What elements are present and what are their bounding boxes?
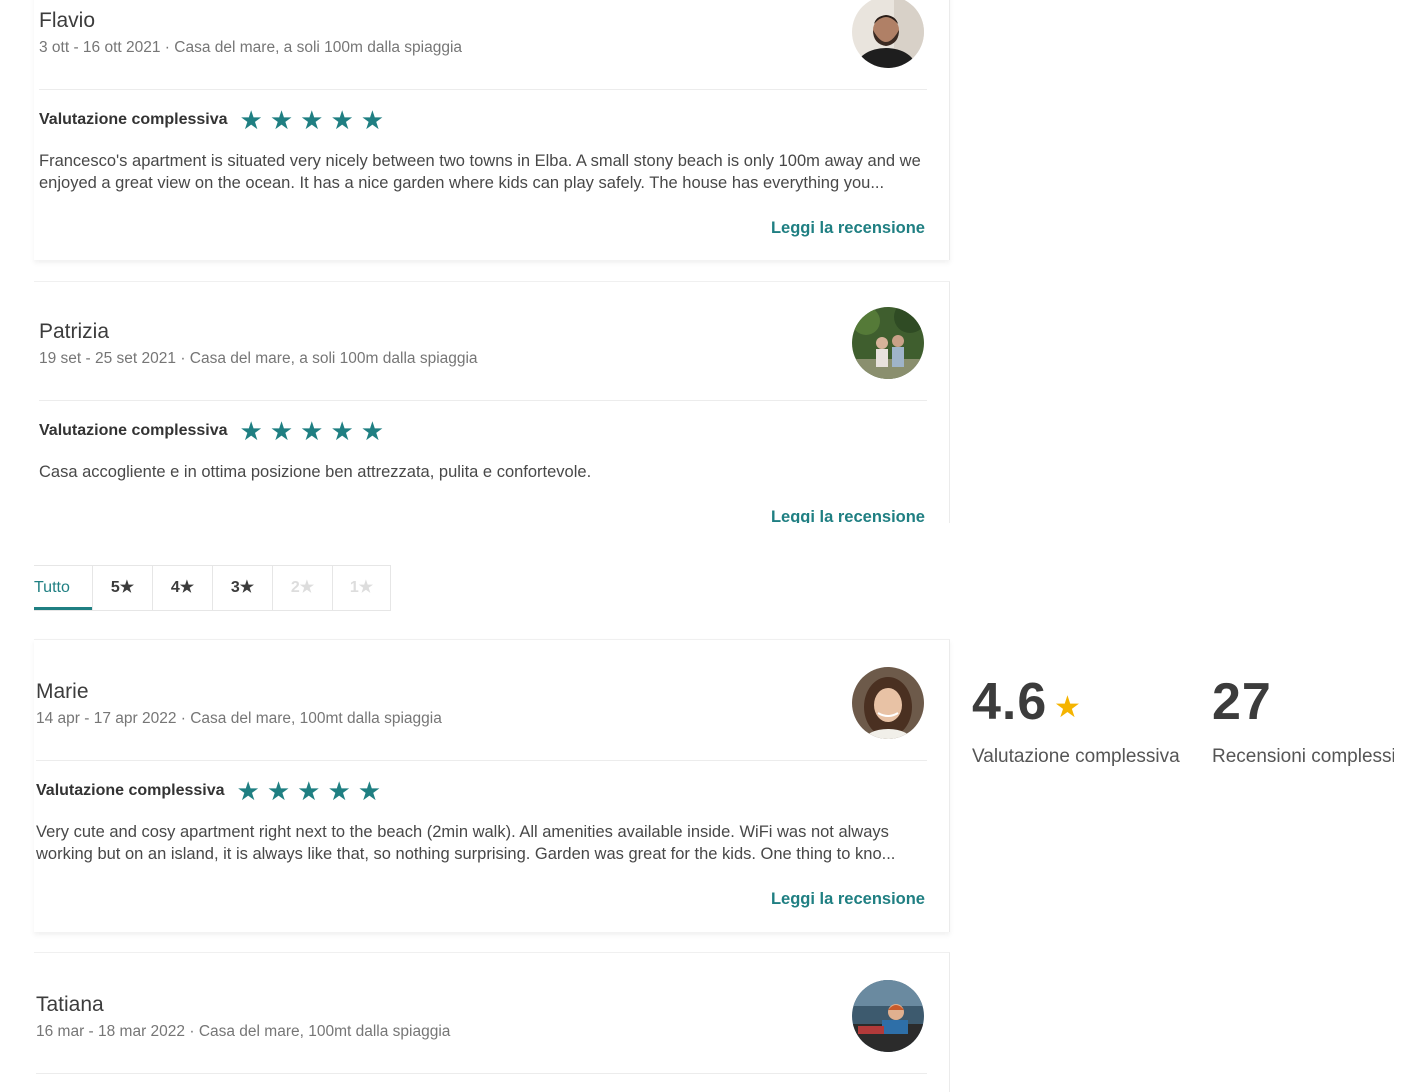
star-icon: ★ (266, 776, 291, 806)
read-review-link[interactable]: Leggi la recensione (771, 219, 925, 238)
rating-label: Valutazione complessiva (39, 111, 228, 128)
review-card: Marie 14 apr - 17 apr 2022 · Casa del ma… (34, 639, 950, 932)
review-meta: 19 set - 25 set 2021 · Casa del mare, a … (39, 350, 478, 367)
avatar[interactable] (852, 667, 924, 739)
divider (36, 1073, 927, 1074)
tab-1-star: 1★ (332, 566, 390, 610)
reviewer-name: Marie (36, 680, 89, 703)
review-text: Casa accogliente e in ottima posizione b… (39, 463, 592, 481)
avatar[interactable] (852, 980, 924, 1052)
reviewer-name: Flavio (39, 9, 96, 32)
reviews-count-label: Recensioni complessive (1212, 746, 1394, 767)
review-text: Very cute and cosy apartment right next … (36, 823, 896, 863)
review-card: Tatiana 16 mar - 18 mar 2022 · Casa del … (34, 952, 950, 1092)
star-icon: ★ (360, 105, 385, 135)
review-meta: 14 apr - 17 apr 2022 · Casa del mare, 10… (36, 710, 442, 727)
star-icon: ★ (236, 776, 260, 806)
rating-filter-tabs: Tutto 5★ 4★ 3★ 2★ 1★ (34, 565, 391, 611)
tab-4-stars[interactable]: 4★ (152, 566, 212, 610)
star-icon: ★ (360, 416, 385, 446)
star-icon: ★ (297, 776, 321, 806)
divider (39, 89, 927, 90)
reviewer-name: Tatiana (36, 993, 104, 1016)
tab-3-stars[interactable]: 3★ (212, 566, 272, 610)
overall-rating-value: 4.6 (972, 673, 1048, 731)
star-icon: ★ (330, 105, 354, 135)
tab-all[interactable]: Tutto (34, 566, 92, 610)
star-icon: ★ (327, 776, 351, 806)
avatar[interactable] (852, 307, 924, 379)
star-icon: ★ (239, 416, 263, 446)
review-meta: 16 mar - 18 mar 2022 · Casa del mare, 10… (36, 1023, 451, 1040)
star-icon: ★ (300, 416, 324, 446)
review-card: Patrizia 19 set - 25 set 2021 · Casa del… (34, 281, 950, 523)
star-icon: ★ (1054, 691, 1081, 724)
divider (39, 400, 927, 401)
read-review-link[interactable]: Leggi la recensione (771, 890, 925, 909)
review-card: Flavio 3 ott - 16 ott 2021 · Casa del ma… (34, 0, 950, 260)
rating-label: Valutazione complessiva (36, 782, 225, 799)
reviews-count: 27 (1212, 673, 1272, 731)
rating-row: Valutazione complessiva ★ ★ ★ ★ ★ (39, 105, 391, 135)
star-icon: ★ (269, 105, 294, 135)
rating-row: Valutazione complessiva ★ ★ ★ ★ ★ (39, 416, 391, 446)
tab-5-stars[interactable]: 5★ (92, 566, 152, 610)
star-icon: ★ (239, 105, 263, 135)
star-icon: ★ (300, 105, 324, 135)
review-text: Francesco's apartment is situated very n… (39, 152, 921, 192)
overall-rating-label: Valutazione complessiva (972, 746, 1180, 767)
review-meta: 3 ott - 16 ott 2021 · Casa del mare, a s… (39, 39, 463, 56)
reviewer-name: Patrizia (39, 320, 110, 343)
rating-label: Valutazione complessiva (39, 422, 228, 439)
tab-2-stars: 2★ (272, 566, 332, 610)
divider (36, 760, 927, 761)
rating-row: Valutazione complessiva ★ ★ ★ ★ ★ (36, 776, 388, 806)
star-icon: ★ (357, 776, 382, 806)
star-icon: ★ (330, 416, 354, 446)
read-review-link[interactable]: Leggi la recensione (771, 508, 925, 523)
star-icon: ★ (269, 416, 294, 446)
avatar[interactable] (852, 0, 924, 68)
